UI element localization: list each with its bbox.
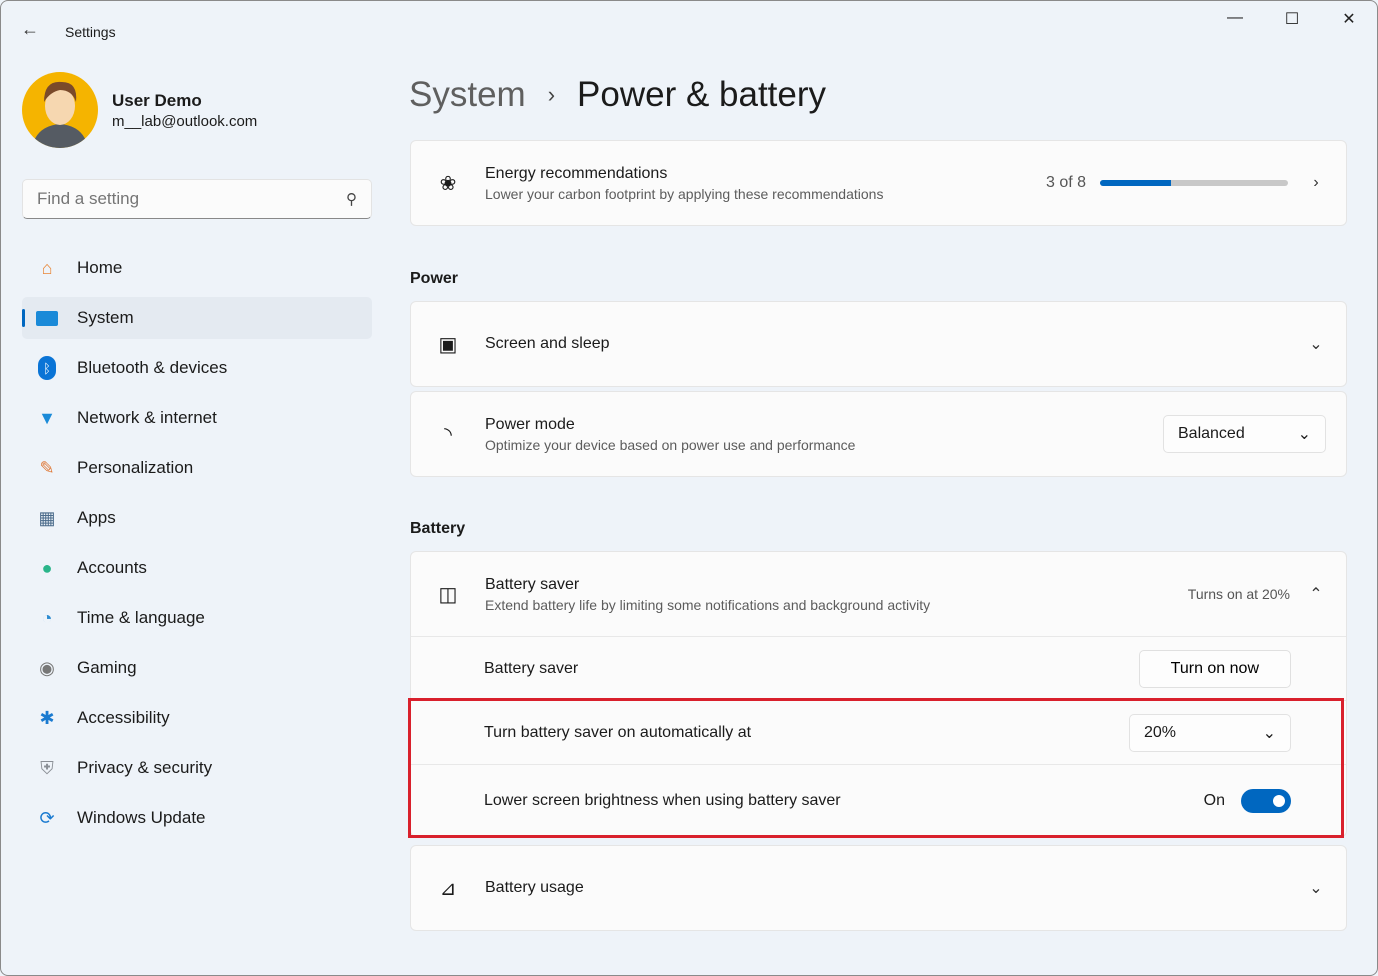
- battery-saver-title: Battery saver: [485, 575, 580, 593]
- auto-battery-saver-label: Turn battery saver on automatically at: [484, 723, 752, 741]
- wifi-icon: ▼: [38, 407, 56, 428]
- battery-saver-row-label: Battery saver: [484, 659, 579, 677]
- chevron-up-icon: ⌃: [1309, 586, 1323, 603]
- leaf-icon: ❀: [439, 172, 457, 195]
- energy-recommendations-card[interactable]: ❀ Energy recommendations Lower your carbo…: [410, 140, 1347, 226]
- battery-usage-card[interactable]: ⊿ Battery usage ⌄: [410, 845, 1347, 931]
- battery-saver-icon: ◫: [438, 583, 458, 606]
- chevron-right-icon: ›: [1313, 174, 1319, 191]
- breadcrumb-parent[interactable]: System: [409, 75, 526, 115]
- sidebar-item-system[interactable]: System: [22, 297, 372, 339]
- energy-count: 3 of 8: [1045, 174, 1086, 191]
- turn-on-now-button[interactable]: Turn on now: [1138, 649, 1291, 688]
- home-icon: ⌂: [41, 257, 53, 278]
- battery-saver-card: ◫ Battery saver Extend battery life by lim…: [410, 551, 1347, 837]
- minimize-button[interactable]: —: [1215, 9, 1255, 27]
- sidebar-item-accessibility[interactable]: ✱ Accessibility: [22, 697, 372, 739]
- sidebar-item-time-language[interactable]: ◔ Time & language: [22, 597, 372, 639]
- search-icon: ⚲: [346, 191, 357, 208]
- sidebar-nav: ⌂ Home System ᛒ Bluetooth & devices ▼ Netwo…: [22, 247, 372, 847]
- sidebar-item-label: Network & internet: [77, 408, 217, 427]
- accessibility-icon: ✱: [39, 707, 55, 728]
- power-mode-card: ◝ Power mode Optimize your device based on…: [410, 391, 1347, 477]
- sidebar-item-personalization[interactable]: ✎ Personalization: [22, 447, 372, 489]
- power-mode-title: Power mode: [485, 415, 575, 433]
- auto-threshold-dropdown[interactable]: 20% ⌄: [1129, 713, 1291, 752]
- lower-brightness-toggle[interactable]: [1241, 788, 1291, 813]
- energy-title: Energy recommendations: [485, 164, 668, 182]
- battery-usage-label: Battery usage: [485, 879, 584, 896]
- sidebar-item-label: Windows Update: [77, 808, 206, 827]
- energy-desc: Lower your carbon footprint by applying …: [485, 185, 884, 202]
- page-title: Power & battery: [577, 75, 827, 114]
- sidebar-item-label: Apps: [77, 508, 116, 527]
- sidebar-item-label: System: [77, 308, 134, 327]
- dropdown-value: Balanced: [1178, 425, 1245, 442]
- sidebar-item-windows-update[interactable]: ⟳ Windows Update: [22, 797, 372, 839]
- progress-fill: [1100, 180, 1171, 186]
- sidebar-item-label: Bluetooth & devices: [77, 358, 228, 377]
- chevron-right-icon: ›: [547, 82, 556, 107]
- user-email: m__lab@outlook.com: [112, 113, 258, 130]
- power-heading: Power: [410, 270, 459, 287]
- sidebar-item-label: Gaming: [77, 658, 137, 677]
- sidebar-item-privacy[interactable]: ⛨ Privacy & security: [22, 747, 372, 789]
- close-button[interactable]: ✕: [1329, 9, 1369, 29]
- battery-saver-header[interactable]: ◫ Battery saver Extend battery life by lim…: [411, 552, 1346, 636]
- sidebar-item-label: Accounts: [77, 558, 147, 577]
- search-input[interactable]: [37, 189, 317, 209]
- avatar[interactable]: [22, 72, 98, 148]
- clock-globe-icon: ◔: [41, 607, 53, 628]
- battery-heading: Battery: [410, 520, 466, 537]
- brush-icon: ✎: [39, 457, 55, 478]
- chart-icon: ⊿: [439, 877, 457, 900]
- chevron-down-icon: ⌄: [1309, 880, 1323, 897]
- back-button[interactable]: ←: [21, 19, 39, 40]
- sidebar-item-label: Accessibility: [77, 708, 170, 727]
- sidebar-item-label: Personalization: [77, 458, 194, 477]
- dropdown-value: 20%: [1144, 723, 1177, 741]
- gauge-icon: ◝: [444, 423, 452, 446]
- battery-saver-status: Turns on at 20%: [1187, 586, 1290, 602]
- sidebar-item-label: Home: [77, 258, 123, 277]
- sidebar-item-gaming[interactable]: ◉ Gaming: [22, 647, 372, 689]
- person-icon: ●: [41, 557, 53, 578]
- sidebar-item-bluetooth[interactable]: ᛒ Bluetooth & devices: [22, 347, 372, 389]
- sidebar-item-accounts[interactable]: ● Accounts: [22, 547, 372, 589]
- bluetooth-icon: ᛒ: [34, 356, 60, 380]
- power-mode-dropdown[interactable]: Balanced ⌄: [1163, 415, 1326, 453]
- auto-battery-saver-row: Turn battery saver on automatically at 20…: [411, 700, 1346, 764]
- screen-sleep-icon: ▣: [438, 333, 458, 356]
- sidebar-item-home[interactable]: ⌂ Home: [22, 247, 372, 289]
- gamepad-icon: ◉: [39, 657, 55, 678]
- power-mode-desc: Optimize your device based on power use …: [485, 436, 856, 453]
- system-icon: [34, 306, 60, 330]
- window-title: Settings: [65, 24, 116, 40]
- breadcrumb: System › Power & battery: [409, 75, 826, 115]
- sidebar-item-apps[interactable]: ▦ Apps: [22, 497, 372, 539]
- toggle-state: On: [1203, 791, 1225, 809]
- chevron-down-icon: ⌄: [1262, 724, 1276, 742]
- screen-sleep-card[interactable]: ▣ Screen and sleep ⌄: [410, 301, 1347, 387]
- maximize-button[interactable]: ☐: [1272, 9, 1312, 29]
- sidebar-item-label: Privacy & security: [77, 758, 213, 777]
- chevron-down-icon: ⌄: [1309, 336, 1323, 353]
- battery-saver-row: Battery saver Turn on now: [411, 636, 1346, 700]
- apps-icon: ▦: [38, 507, 56, 528]
- energy-progress-bar: [1100, 180, 1288, 186]
- sidebar-item-label: Time & language: [77, 608, 205, 627]
- chevron-down-icon: ⌄: [1297, 426, 1311, 443]
- update-icon: ⟳: [39, 807, 55, 828]
- search-box[interactable]: ⚲: [22, 179, 372, 219]
- sidebar-item-network[interactable]: ▼ Network & internet: [22, 397, 372, 439]
- shield-icon: ⛨: [40, 757, 54, 778]
- user-name: User Demo: [112, 91, 202, 110]
- screen-sleep-label: Screen and sleep: [485, 335, 610, 352]
- battery-saver-desc: Extend battery life by limiting some not…: [485, 596, 931, 613]
- lower-brightness-row: Lower screen brightness when using batte…: [411, 764, 1346, 836]
- lower-brightness-label: Lower screen brightness when using batte…: [484, 791, 841, 809]
